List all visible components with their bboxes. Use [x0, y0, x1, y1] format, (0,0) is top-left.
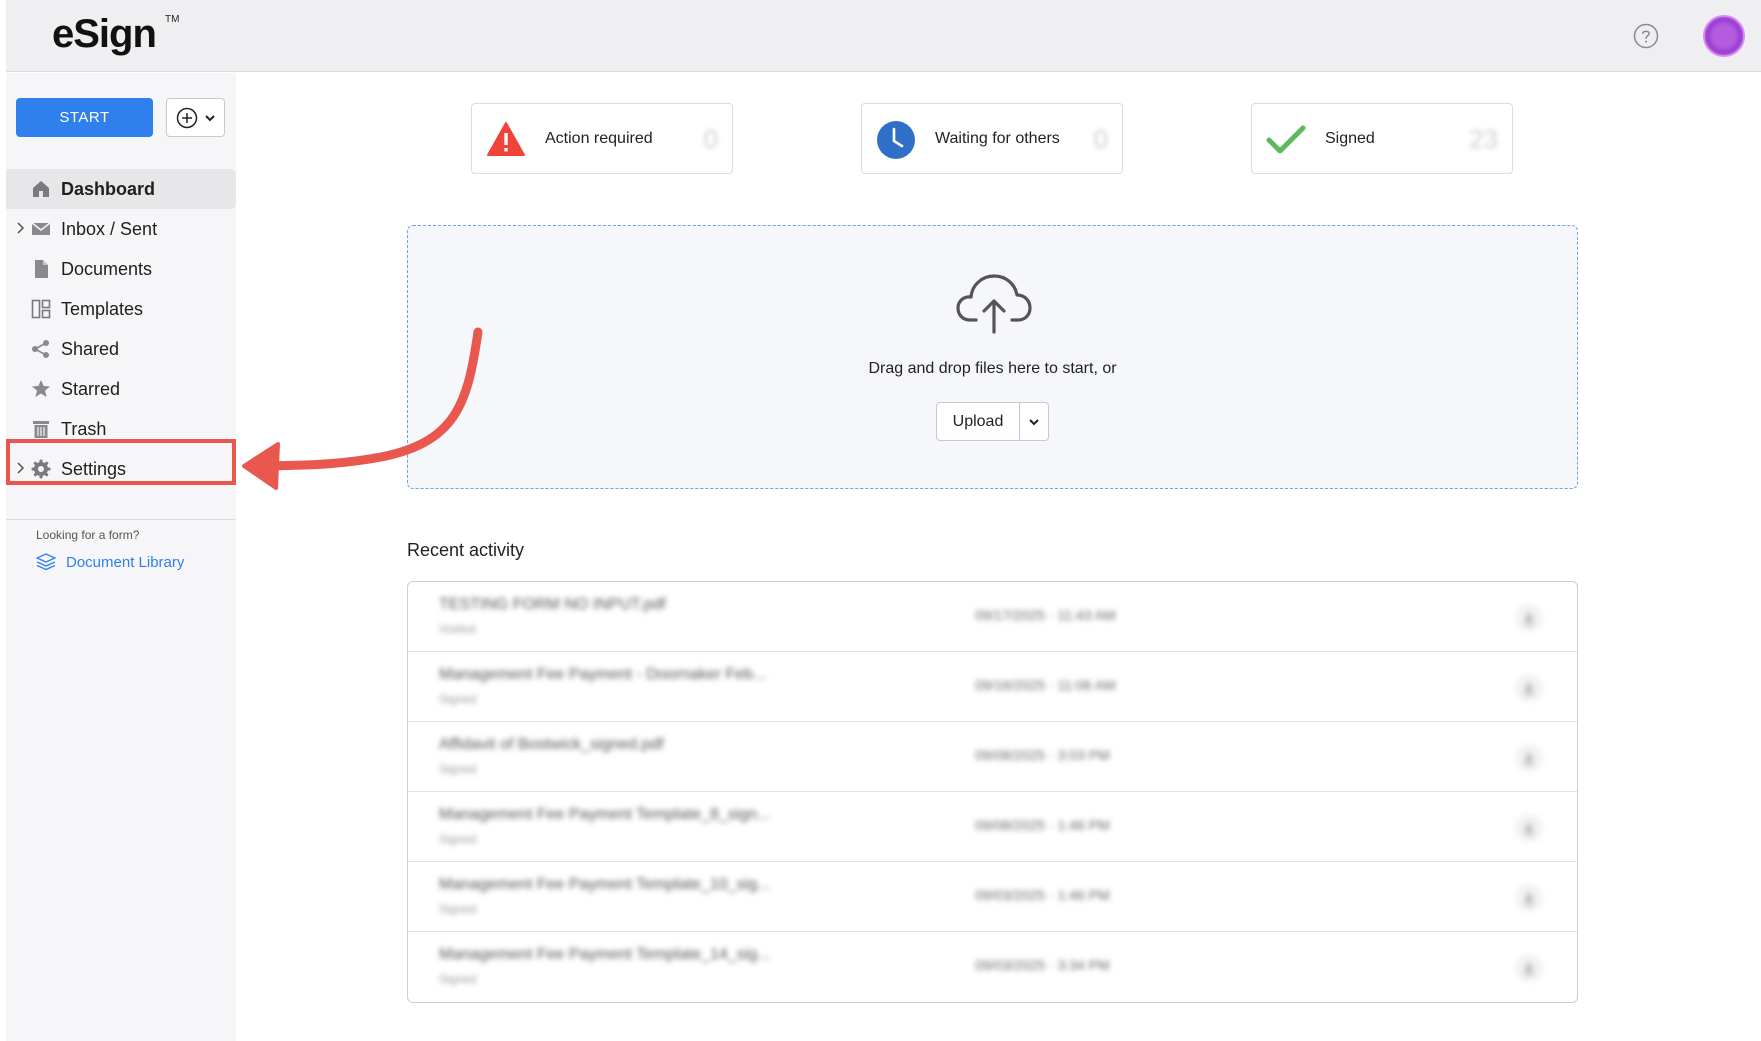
layers-icon — [36, 553, 56, 571]
sidebar-item-label: Templates — [61, 298, 144, 319]
document-name: Management Fee Payment Template_8_sign..… — [439, 806, 771, 823]
card-label: Waiting for others — [935, 130, 1060, 147]
question-circle-icon[interactable] — [1633, 23, 1659, 49]
card-label: Action required — [545, 130, 653, 147]
logo-trademark: TM — [165, 14, 180, 25]
file-dropzone[interactable]: Drag and drop files here to start, or Up… — [407, 225, 1578, 489]
download-button[interactable] — [1515, 744, 1543, 772]
upload-split-button: Upload — [936, 402, 1049, 441]
envelope-icon — [31, 222, 51, 235]
document-library-link[interactable]: Document Library — [36, 553, 184, 571]
user-avatar[interactable] — [1703, 15, 1745, 57]
top-header: eSign TM — [6, 0, 1761, 72]
document-status: Voided — [439, 622, 476, 636]
document-icon — [35, 260, 48, 278]
card-count: 23 — [1469, 124, 1498, 154]
recent-activity-list: TESTING FORM NO INPUT.pdf Voided 09/17/2… — [407, 581, 1578, 1003]
document-status: Signed — [439, 832, 477, 846]
document-date: 09/17/2025 · 11:43 AM — [975, 607, 1116, 623]
document-date: 09/03/2025 · 3:34 PM — [975, 957, 1110, 973]
settings-highlight-box — [6, 439, 236, 485]
list-item[interactable]: Affidavit of Bostwick_signed.pdf Signed … — [408, 722, 1577, 792]
sidebar-item-inbox-sent[interactable]: Inbox / Sent — [6, 209, 236, 249]
card-label: Signed — [1325, 130, 1375, 147]
trash-icon — [33, 421, 49, 438]
sidebar-item-templates[interactable]: Templates — [6, 289, 236, 329]
document-date: 09/03/2025 · 1:46 PM — [975, 887, 1110, 903]
dropzone-text: Drag and drop files here to start, or — [868, 360, 1117, 377]
waiting-for-others-card[interactable]: Waiting for others 0 — [861, 103, 1123, 174]
sidebar: START Dashboard Inbox / Sent Documents T… — [6, 73, 236, 1041]
list-item[interactable]: Management Fee Payment - Doornaker Feb..… — [408, 652, 1577, 722]
sidebar-item-label: Starred — [61, 378, 121, 399]
download-button[interactable] — [1515, 674, 1543, 702]
sidebar-item-label: Shared — [61, 338, 120, 359]
document-status: Signed — [439, 692, 477, 706]
list-item[interactable]: Management Fee Payment Template_10_sig..… — [408, 862, 1577, 932]
download-button[interactable] — [1515, 954, 1543, 982]
plus-circle-icon — [176, 107, 197, 128]
download-button[interactable] — [1515, 814, 1543, 842]
sidebar-item-starred[interactable]: Starred — [6, 369, 236, 409]
sidebar-item-label: Documents — [61, 258, 153, 279]
esign-dashboard: eSign TM START Dashboard Inbox / Sent Do… — [0, 0, 1761, 1041]
download-button[interactable] — [1515, 884, 1543, 912]
start-button[interactable]: START — [16, 98, 153, 137]
recent-activity-title: Recent activity — [407, 540, 525, 560]
star-icon — [32, 380, 50, 397]
document-status: Signed — [439, 762, 477, 776]
sidebar-item-documents[interactable]: Documents — [6, 249, 236, 289]
document-name: Affidavit of Bostwick_signed.pdf — [439, 736, 664, 753]
card-count: 0 — [1093, 124, 1108, 154]
sidebar-item-label: Trash — [61, 418, 107, 439]
download-icon — [1524, 892, 1534, 905]
checkmark-icon — [1266, 125, 1306, 154]
download-icon — [1524, 682, 1534, 695]
document-date: 09/08/2025 · 3:03 PM — [975, 747, 1110, 763]
sidebar-item-dashboard[interactable]: Dashboard — [6, 169, 236, 209]
signed-card[interactable]: Signed 23 — [1251, 103, 1513, 174]
document-date: 09/08/2025 · 1:46 PM — [975, 817, 1110, 833]
document-name: Management Fee Payment Template_10_sig..… — [439, 876, 771, 893]
list-item[interactable]: TESTING FORM NO INPUT.pdf Voided 09/17/2… — [408, 582, 1577, 652]
document-name: TESTING FORM NO INPUT.pdf — [439, 596, 666, 613]
download-icon — [1524, 962, 1534, 975]
download-icon — [1524, 822, 1534, 835]
sidebar-item-label: Dashboard — [61, 178, 156, 199]
sidebar-item-label: Inbox / Sent — [61, 218, 158, 239]
action-required-card[interactable]: Action required 0 — [471, 103, 733, 174]
chevron-down-icon — [204, 114, 215, 121]
card-count: 0 — [703, 124, 718, 154]
list-item[interactable]: Management Fee Payment Template_14_sig..… — [408, 932, 1577, 1002]
document-status: Signed — [439, 902, 477, 916]
sidebar-divider — [6, 519, 236, 520]
home-icon — [33, 181, 49, 197]
sidebar-item-shared[interactable]: Shared — [6, 329, 236, 369]
list-item[interactable]: Management Fee Payment Template_8_sign..… — [408, 792, 1577, 862]
upload-button[interactable]: Upload — [937, 403, 1020, 440]
document-status: Signed — [439, 972, 477, 986]
download-button[interactable] — [1515, 604, 1543, 632]
download-icon — [1524, 752, 1534, 765]
document-library-label: Document Library — [66, 553, 185, 571]
download-icon — [1524, 612, 1534, 625]
form-hint-text: Looking for a form? — [36, 528, 140, 542]
chevron-right-icon[interactable] — [14, 221, 28, 235]
share-icon — [32, 340, 49, 358]
templates-icon — [31, 299, 51, 319]
chevron-down-icon — [1029, 418, 1039, 425]
upload-options-button[interactable] — [1020, 403, 1048, 440]
document-name: Management Fee Payment - Doornaker Feb..… — [439, 666, 767, 683]
document-date: 09/16/2025 · 11:06 AM — [975, 677, 1116, 693]
document-name: Management Fee Payment Template_14_sig..… — [439, 946, 771, 963]
warning-triangle-icon — [487, 122, 525, 156]
clock-icon — [877, 121, 915, 159]
add-new-button[interactable] — [166, 98, 225, 137]
app-logo[interactable]: eSign — [52, 12, 157, 57]
cloud-upload-icon — [956, 274, 1032, 334]
